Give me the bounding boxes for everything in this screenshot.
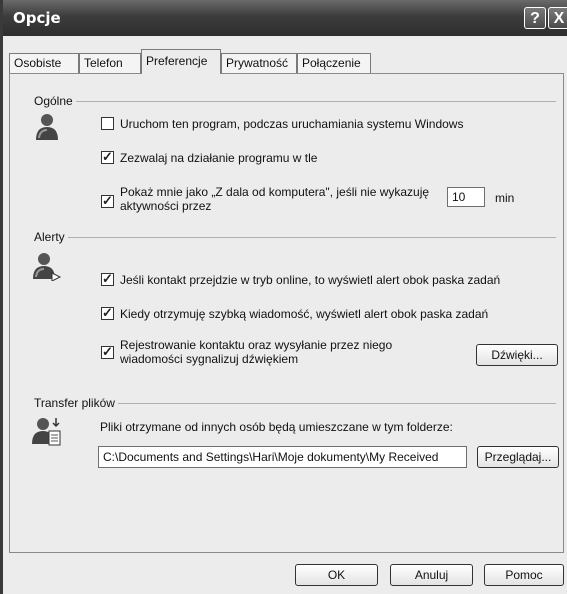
startup-label: Uruchom ten program, podczas uruchamiani… [120,117,464,131]
away-unit-label: min [495,191,515,205]
alerts-group-title: Alerty [34,230,68,244]
browse-button[interactable]: Przeglądaj... [477,446,559,468]
away-checkbox[interactable] [101,193,114,209]
sounds-button[interactable]: Dźwięki... [476,344,558,366]
ok-button[interactable]: OK [295,564,378,586]
sound-alert-label-line2: wiadomości sygnalizuj dźwiękiem [120,352,299,366]
user-icon [36,114,58,140]
startup-checkbox[interactable] [101,117,114,130]
transfer-group-title: Transfer plików [34,396,118,410]
help-button[interactable]: ? [524,7,546,29]
transfer-description: Pliki otrzymane od innych osób będą umie… [100,420,453,434]
help-footer-button[interactable]: Pomoc [484,564,564,586]
away-label-line2: aktywności przez [120,199,212,213]
tab-preferences[interactable]: Preferencje [141,49,221,74]
sound-alert-checkbox[interactable] [101,344,114,360]
preferences-panel: Ogólne Uruchom ten program, podczas uruc… [9,73,564,553]
received-folder-path[interactable]: C:\Documents and Settings\Hari\Moje doku… [98,446,467,468]
file-transfer-icon [32,418,61,446]
background-checkbox[interactable] [101,149,114,165]
title-bar[interactable]: Opcje ? X [3,0,567,36]
away-label-line1: Pokaż mnie jako „Z dala od komputera", j… [120,185,430,199]
message-alert-checkbox[interactable] [101,305,114,321]
cancel-button[interactable]: Anuluj [390,564,473,586]
background-label: Zezwalaj na działanie programu w tle [120,151,318,165]
close-button[interactable]: X [548,7,567,29]
away-minutes-input[interactable]: 10 [447,187,485,207]
tab-personal[interactable]: Osobiste [9,53,79,73]
alerts-divider [40,237,556,238]
tab-phone[interactable]: Telefon [79,53,141,73]
tab-connection[interactable]: Połączenie [297,53,371,73]
online-alert-label: Jeśli kontakt przejdzie w tryb online, t… [120,273,501,287]
general-group-title: Ogólne [34,94,76,108]
window-title: Opcje [13,9,61,27]
tab-privacy[interactable]: Prywatność [221,53,297,73]
general-divider [40,101,556,102]
sound-alert-label-line1: Rejestrowanie kontaktu oraz wysyłanie pr… [120,338,393,352]
user-alert-icon [33,253,62,281]
online-alert-checkbox[interactable] [101,271,114,287]
options-dialog: Opcje ? X Osobiste Telefon Preferencje P… [0,0,567,594]
message-alert-label: Kiedy otrzymuję szybką wiadomość, wyświe… [120,307,489,321]
